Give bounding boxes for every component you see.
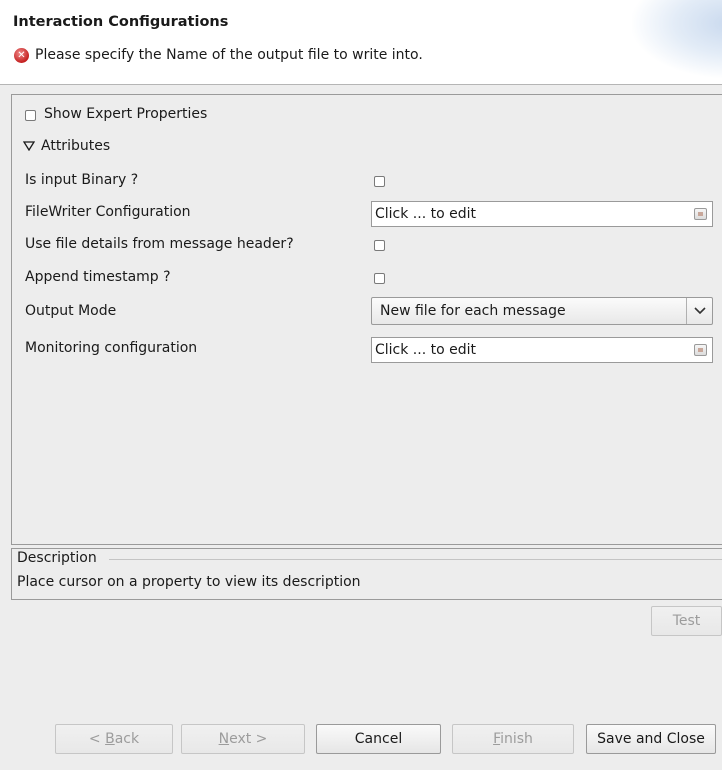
back-prefix: < [88,731,106,747]
property-label-output-mode: Output Mode [25,303,117,319]
filewriter-config-field[interactable]: Click ... to edit [371,201,713,227]
filewriter-config-value: Click ... to edit [375,206,476,222]
property-label-file-details: Use file details from message header? [25,236,294,252]
file-details-checkbox[interactable] [374,240,385,251]
monitoring-config-value: Click ... to edit [375,342,476,358]
error-message: ✕ Please specify the Name of the output … [13,47,423,63]
properties-panel: Show Expert Properties Attributes Is inp… [11,94,722,545]
error-message-text: Please specify the Name of the output fi… [35,47,423,63]
next-rest: ext > [229,731,268,747]
cancel-button[interactable]: Cancel [316,724,441,754]
show-expert-checkbox[interactable] [25,110,36,121]
header-separator [0,84,722,85]
input-binary-checkbox[interactable] [374,176,385,187]
header-decoration [632,0,722,78]
finish-rest: inish [500,731,533,747]
test-button[interactable]: Test [651,606,722,636]
attributes-expander[interactable]: Attributes [23,138,110,154]
property-label-input-binary: Is input Binary ? [25,172,139,188]
wizard-header: Interaction Configurations ✕ Please spec… [0,0,722,84]
description-group: Description Place cursor on a property t… [11,548,722,600]
page-title: Interaction Configurations [13,14,229,30]
property-label-append-timestamp: Append timestamp ? [25,269,171,285]
property-label-monitoring-config: Monitoring configuration [25,340,198,356]
output-mode-select[interactable]: New file for each message [371,297,713,325]
property-label-filewriter-config: FileWriter Configuration [25,204,191,220]
next-button[interactable]: Next > [181,724,305,754]
next-mnemonic: N [218,731,230,747]
triangle-down-icon [23,141,35,151]
attributes-label: Attributes [41,138,111,154]
finish-button[interactable]: Finish [452,724,574,754]
description-divider [109,559,722,560]
output-mode-value: New file for each message [380,303,566,319]
back-rest: ack [114,731,140,747]
edit-dots-icon[interactable] [694,208,707,220]
error-icon: ✕ [14,47,29,63]
edit-dots-icon[interactable] [694,344,707,356]
description-text: Place cursor on a property to view its d… [17,574,361,590]
append-timestamp-checkbox[interactable] [374,273,385,284]
save-and-close-button[interactable]: Save and Close [586,724,716,754]
chevron-down-icon[interactable] [686,298,712,324]
back-button[interactable]: < Back [55,724,173,754]
monitoring-config-field[interactable]: Click ... to edit [371,337,713,363]
back-mnemonic: B [105,731,115,747]
description-title: Description [17,550,103,566]
show-expert-label: Show Expert Properties [44,106,208,122]
